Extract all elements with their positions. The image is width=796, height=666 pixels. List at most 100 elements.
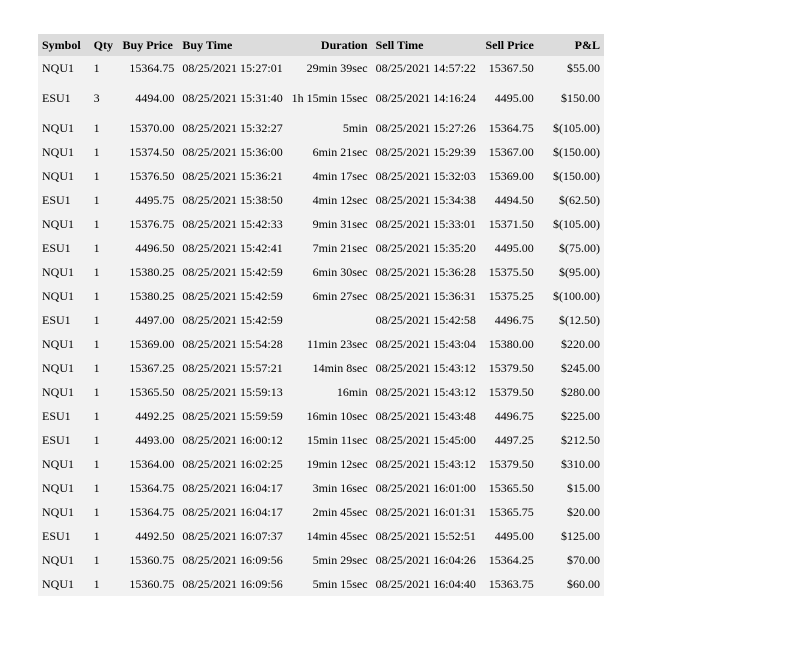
header-symbol: Symbol (38, 34, 90, 56)
table-row: NQU1 1 15364.75 08/25/2021 16:04:17 3min 16s… (38, 476, 604, 500)
header-buy-time: Buy Time (178, 34, 287, 56)
cell-duration: 5min (342, 120, 368, 135)
cell-pnl: $310.00 (561, 456, 600, 471)
cell-duration: 2min 45sec (312, 504, 368, 519)
cell-sell-time: 08/25/2021 16:04:40 (375, 576, 476, 591)
cell-qty: 1 (93, 312, 100, 327)
cell-buy-time: 08/25/2021 16:02:25 (182, 456, 283, 471)
cell-symbol: ESU1 (42, 312, 71, 327)
cell-duration: 15min 11sec (307, 432, 368, 447)
cell-pnl: $(105.00) (553, 216, 600, 231)
cell-duration: 16min (336, 384, 368, 399)
cell-buy-time: 08/25/2021 15:57:21 (182, 360, 283, 375)
table-row: NQU1 1 15364.00 08/25/2021 16:02:25 19min 12… (38, 452, 604, 476)
cell-symbol: NQU1 (42, 480, 74, 495)
cell-buy-time: 08/25/2021 16:09:56 (182, 552, 283, 567)
table-row: NQU1 1 15364.75 08/25/2021 16:04:17 2min 45s… (38, 500, 604, 524)
cell-pnl: $125.00 (561, 528, 600, 543)
cell-pnl: $(100.00) (553, 288, 600, 303)
table-row: NQU1 1 15360.75 08/25/2021 16:09:56 5min 15s… (38, 572, 604, 596)
cell-sell-price: 4496.75 (494, 312, 534, 327)
cell-duration (287, 308, 372, 332)
header-sell-price: Sell Price (481, 34, 538, 56)
cell-symbol: NQU1 (42, 288, 74, 303)
cell-pnl: $(62.50) (559, 192, 600, 207)
cell-pnl: $70.00 (567, 552, 600, 567)
cell-duration: 7min 21sec (312, 240, 368, 255)
cell-qty: 1 (93, 288, 100, 303)
cell-sell-time: 08/25/2021 16:04:26 (375, 552, 476, 567)
cell-sell-time: 08/25/2021 15:29:39 (375, 144, 476, 159)
cell-qty: 1 (93, 216, 100, 231)
cell-pnl: $(75.00) (559, 240, 600, 255)
table-row: ESU1 1 4495.75 08/25/2021 15:38:50 4min 12se… (38, 188, 604, 212)
cell-sell-price: 15364.75 (488, 120, 534, 135)
cell-buy-time: 08/25/2021 15:36:21 (182, 168, 283, 183)
cell-buy-time: 08/25/2021 15:36:00 (182, 144, 283, 159)
cell-buy-price: 15367.25 (129, 360, 175, 375)
table-row: NQU1 1 15376.75 08/25/2021 15:42:33 9min 31s… (38, 212, 604, 236)
cell-duration: 16min 10sec (306, 408, 368, 423)
cell-buy-price: 4492.25 (135, 408, 175, 423)
table-body: NQU1 1 15364.75 08/25/2021 15:27:01 29min 39… (38, 56, 604, 596)
cell-sell-price: 15363.75 (488, 576, 534, 591)
cell-qty: 1 (93, 192, 100, 207)
table-row: NQU1 1 15365.50 08/25/2021 15:59:13 16min 08/… (38, 380, 604, 404)
cell-sell-time: 08/25/2021 15:35:20 (375, 240, 476, 255)
cell-buy-price: 15364.75 (129, 60, 175, 75)
cell-buy-time: 08/25/2021 15:59:59 (182, 408, 283, 423)
cell-qty: 1 (93, 456, 100, 471)
cell-symbol: NQU1 (42, 144, 74, 159)
cell-buy-time: 08/25/2021 16:04:17 (182, 480, 283, 495)
cell-sell-price: 15379.50 (488, 360, 534, 375)
table-row: NQU1 1 15367.25 08/25/2021 15:57:21 14min 8s… (38, 356, 604, 380)
cell-buy-price: 15365.50 (129, 384, 175, 399)
cell-buy-time: 08/25/2021 15:27:01 (182, 60, 283, 75)
cell-duration: 6min 27sec (312, 288, 368, 303)
cell-symbol: NQU1 (42, 264, 74, 279)
cell-buy-price: 4494.00 (135, 90, 175, 105)
cell-duration: 6min 21sec (312, 144, 368, 159)
cell-symbol: NQU1 (42, 120, 74, 135)
cell-sell-price: 15365.50 (488, 480, 534, 495)
cell-buy-time: 08/25/2021 15:42:33 (182, 216, 283, 231)
cell-symbol: NQU1 (42, 360, 74, 375)
cell-sell-price: 15365.75 (488, 504, 534, 519)
cell-sell-time: 08/25/2021 15:43:12 (375, 360, 476, 375)
cell-symbol: ESU1 (42, 192, 71, 207)
cell-qty: 3 (93, 90, 100, 105)
cell-buy-time: 08/25/2021 15:59:13 (182, 384, 283, 399)
cell-buy-time: 08/25/2021 15:42:41 (182, 240, 283, 255)
cell-pnl: $(12.50) (559, 312, 600, 327)
cell-buy-time: 08/25/2021 16:07:37 (182, 528, 283, 543)
cell-sell-time: 08/25/2021 15:43:48 (375, 408, 476, 423)
cell-duration: 5min 29sec (312, 552, 368, 567)
cell-qty: 1 (93, 384, 100, 399)
cell-buy-price: 15370.00 (129, 120, 175, 135)
cell-sell-price: 15367.00 (488, 144, 534, 159)
cell-pnl: $60.00 (567, 576, 600, 591)
cell-sell-time: 08/25/2021 15:33:01 (375, 216, 476, 231)
cell-sell-time: 08/25/2021 16:01:00 (375, 480, 476, 495)
cell-qty: 1 (93, 552, 100, 567)
cell-buy-price: 15364.00 (129, 456, 175, 471)
cell-duration: 6min 30sec (312, 264, 368, 279)
cell-symbol: ESU1 (42, 432, 71, 447)
cell-duration: 3min 16sec (312, 480, 368, 495)
table-row: NQU1 1 15369.00 08/25/2021 15:54:28 11min 23… (38, 332, 604, 356)
cell-pnl: $20.00 (567, 504, 600, 519)
cell-sell-price: 15375.25 (488, 288, 534, 303)
header-sell-time: Sell Time (371, 34, 482, 56)
cell-sell-time: 08/25/2021 14:57:22 (375, 60, 476, 75)
cell-sell-price: 15379.50 (488, 384, 534, 399)
cell-qty: 1 (93, 240, 100, 255)
cell-pnl: $280.00 (561, 384, 600, 399)
cell-sell-price: 4495.00 (494, 528, 534, 543)
table-row: NQU1 1 15364.75 08/25/2021 15:27:01 29min 39… (38, 56, 604, 80)
cell-qty: 1 (93, 120, 100, 135)
cell-sell-price: 15369.00 (488, 168, 534, 183)
table-row: NQU1 1 15380.25 08/25/2021 15:42:59 6min 27s… (38, 284, 604, 308)
cell-sell-time: 08/25/2021 15:36:31 (375, 288, 476, 303)
cell-qty: 1 (93, 336, 100, 351)
cell-buy-price: 4495.75 (135, 192, 175, 207)
